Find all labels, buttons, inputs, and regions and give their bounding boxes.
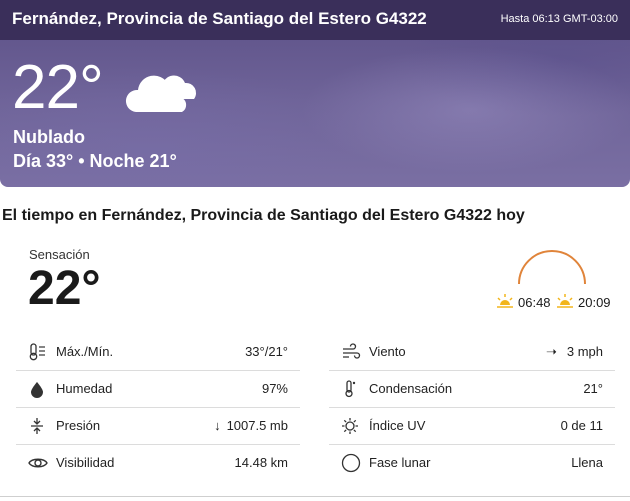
detail-label: Humedad bbox=[56, 381, 113, 396]
detail-label: Condensación bbox=[369, 381, 453, 396]
sunrise-time: 06:48 bbox=[518, 295, 551, 310]
sun-arc-icon bbox=[518, 250, 586, 285]
thermometer-icon bbox=[29, 343, 45, 361]
detail-value: 0 de 11 bbox=[560, 418, 603, 433]
detail-row-visibility: Visibilidad 14.48 km bbox=[16, 444, 300, 481]
day-night-temperatures: Día 33° • Noche 21° bbox=[13, 151, 177, 171]
feels-like-value: 22° bbox=[28, 262, 101, 315]
detail-label: Máx./Mín. bbox=[56, 344, 114, 359]
current-conditions-card: Fernández, Provincia de Santiago del Est… bbox=[0, 0, 630, 187]
detail-row-high-low: Máx./Mín. 33°/21° bbox=[16, 333, 300, 371]
sunrise-icon bbox=[497, 294, 513, 308]
sunset-icon bbox=[557, 294, 573, 308]
location-title: Fernández, Provincia de Santiago del Est… bbox=[12, 9, 427, 28]
wind-value: 3 mph bbox=[566, 344, 603, 359]
dew-point-icon bbox=[345, 380, 356, 398]
detail-label: Viento bbox=[369, 344, 406, 359]
wind-direction-icon: ➝ bbox=[545, 344, 557, 359]
detail-value: Llena bbox=[571, 455, 603, 470]
moon-phase-icon bbox=[341, 453, 361, 473]
detail-row-moon-phase: Fase lunar Llena bbox=[329, 444, 615, 481]
condition-phrase: Nublado bbox=[13, 127, 85, 147]
detail-label: Presión bbox=[56, 418, 101, 433]
bottom-divider bbox=[0, 496, 630, 497]
feels-like-label: Sensación bbox=[29, 247, 90, 262]
detail-value: 97% bbox=[261, 381, 288, 396]
detail-label: Índice UV bbox=[369, 418, 426, 433]
observation-time: Hasta 06:13 GMT-03:00 bbox=[500, 13, 618, 25]
detail-value: ↓ 1007.5 mb bbox=[214, 418, 288, 433]
detail-row-dew-point: Condensación 21° bbox=[329, 370, 615, 408]
pressure-value: 1007.5 mb bbox=[226, 418, 288, 433]
detail-row-humidity: Humedad 97% bbox=[16, 370, 300, 408]
detail-value: 21° bbox=[583, 381, 603, 396]
detail-label: Visibilidad bbox=[56, 455, 115, 470]
uv-index-icon bbox=[342, 418, 358, 434]
humidity-drop-icon bbox=[31, 382, 43, 398]
detail-row-pressure: Presión ↓ 1007.5 mb bbox=[16, 407, 300, 445]
detail-value: ➝ 3 mph bbox=[546, 344, 603, 360]
pressure-icon bbox=[31, 418, 43, 434]
eye-icon bbox=[28, 458, 48, 468]
current-temperature: 22° bbox=[12, 53, 104, 122]
detail-value: 33°/21° bbox=[245, 344, 288, 359]
cloud-icon bbox=[125, 75, 197, 112]
arrow-down-icon: ↓ bbox=[214, 418, 221, 433]
today-section-title: El tiempo en Fernández, Provincia de San… bbox=[2, 207, 525, 224]
detail-row-uv-index: Índice UV 0 de 11 bbox=[329, 407, 615, 445]
current-conditions-header: Fernández, Provincia de Santiago del Est… bbox=[0, 0, 630, 40]
wind-icon bbox=[343, 343, 361, 359]
detail-label: Fase lunar bbox=[369, 455, 431, 470]
sunset-time: 20:09 bbox=[578, 295, 611, 310]
detail-row-wind: Viento ➝ 3 mph bbox=[329, 333, 615, 371]
detail-value: 14.48 km bbox=[234, 455, 288, 470]
